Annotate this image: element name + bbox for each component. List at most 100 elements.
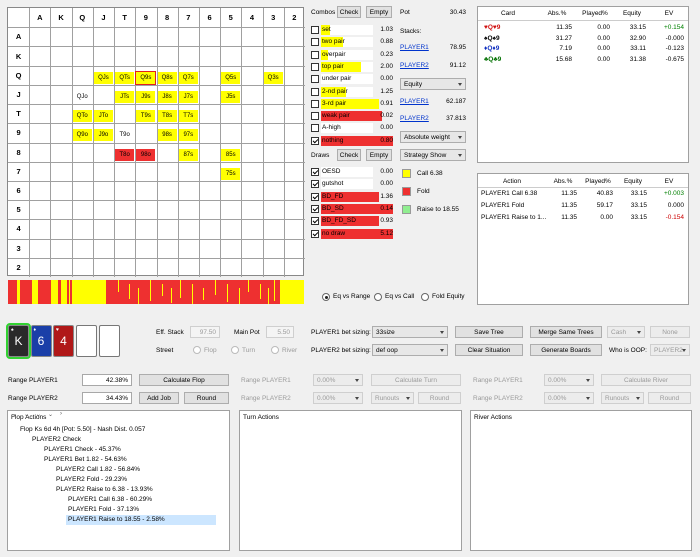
- hand-cell[interactable]: Q3s: [263, 71, 283, 84]
- card-table[interactable]: Card Abs.% Played% Equity EV ♥Q♥9 11.35 0.00 33.…: [477, 6, 689, 163]
- hand-cell[interactable]: 97s: [178, 129, 198, 142]
- merge-trees-button[interactable]: Merge Same Trees: [530, 326, 602, 338]
- draws-row[interactable]: BD_SD 0.14: [311, 203, 393, 214]
- calculate-turn-button[interactable]: Calculate Turn: [371, 374, 461, 386]
- save-tree-button[interactable]: Save Tree: [455, 326, 523, 338]
- combos-row[interactable]: two pair 0.88: [311, 37, 393, 48]
- hand-cell[interactable]: 75s: [221, 167, 241, 180]
- draws-checkbox[interactable]: [311, 229, 319, 238]
- hand-cell[interactable]: JTs: [115, 90, 135, 104]
- flop-round-button[interactable]: Round: [184, 392, 229, 404]
- tree-node[interactable]: Flop Ks 6d 4h [Pot: 5.50] - Nash Dist. 0…: [20, 426, 145, 433]
- card-table-header[interactable]: Played%: [576, 10, 614, 17]
- action-table-header[interactable]: Action: [478, 178, 546, 185]
- hand-cell[interactable]: Q8s: [157, 71, 177, 84]
- combos-row[interactable]: 3-rd pair 0.91: [311, 98, 393, 109]
- strategy-select[interactable]: Strategy Show: [400, 149, 466, 161]
- combos-checkbox[interactable]: [311, 50, 319, 59]
- combos-checkbox[interactable]: [311, 124, 319, 133]
- player2-bet-sizing-select[interactable]: def oop: [372, 344, 448, 356]
- draws-row[interactable]: BD_FD 1.36: [311, 191, 393, 202]
- flop-range-player1-input[interactable]: 42.38%: [82, 374, 132, 386]
- combos-row[interactable]: A-high 0.00: [311, 123, 393, 134]
- action-table-header[interactable]: Played%: [580, 178, 616, 185]
- combos-checkbox[interactable]: [311, 26, 319, 34]
- hand-range-grid[interactable]: A A K K Q Q J J T T 9 9 8 8 7 7 6 6 5 5 4 4 3 3 2 2 QJs QTs Q9s Q8s Q7…: [7, 7, 305, 277]
- equity-select[interactable]: Equity: [400, 78, 466, 90]
- main-pot-input[interactable]: 5.50: [266, 326, 294, 338]
- expand-chevron-icon[interactable]: ⌄: [12, 411, 17, 418]
- expand-chevron-icon[interactable]: ⌄: [24, 411, 29, 418]
- draws-checkbox[interactable]: [311, 192, 319, 201]
- hand-cell[interactable]: T9s: [136, 110, 156, 123]
- tree-node[interactable]: PLAYER2 Raise to 6.38 - 13.93%: [56, 486, 153, 493]
- draws-row[interactable]: BD_FD_SD 0.93: [311, 216, 393, 227]
- hand-cell[interactable]: Q5s: [221, 71, 241, 84]
- draws-checkbox[interactable]: [311, 217, 319, 226]
- hand-cell[interactable]: T9o: [115, 129, 135, 142]
- draws-row[interactable]: gutshot 0.00: [311, 179, 393, 190]
- combos-checkbox[interactable]: [311, 112, 319, 121]
- hand-cell[interactable]: Q9s: [135, 70, 157, 85]
- river-range-player1-select[interactable]: 0.00%: [544, 374, 594, 386]
- hand-cell[interactable]: Q9o: [72, 129, 92, 142]
- hand-cell[interactable]: QTs: [115, 71, 135, 84]
- combos-empty-button[interactable]: Empty: [366, 6, 392, 18]
- combos-row[interactable]: overpair 0.23: [311, 49, 393, 60]
- street-radio[interactable]: [231, 346, 239, 354]
- combos-row[interactable]: under pair 0.00: [311, 74, 393, 85]
- tree-node[interactable]: PLAYER1 Check - 45.37%: [44, 446, 121, 453]
- hand-cell[interactable]: T8s: [157, 110, 177, 123]
- hand-cell[interactable]: J8s: [157, 90, 177, 104]
- generate-boards-button[interactable]: Generate Boards: [530, 344, 602, 356]
- street-radio[interactable]: [193, 346, 201, 354]
- draws-empty-button[interactable]: Empty: [366, 149, 392, 161]
- draws-checkbox[interactable]: [311, 168, 319, 176]
- equity-mode-radio[interactable]: [374, 293, 382, 301]
- combos-row[interactable]: weak pair 0.02: [311, 111, 393, 122]
- add-job-button[interactable]: Add Job: [139, 392, 179, 404]
- draws-row[interactable]: OESD 0.00: [311, 167, 393, 177]
- hand-cell[interactable]: 98o: [136, 148, 156, 161]
- player2-stack-link[interactable]: PLAYER2: [400, 62, 429, 69]
- combos-row[interactable]: 2-nd pair 1.25: [311, 86, 393, 97]
- none-button[interactable]: None: [650, 326, 690, 338]
- hand-cell[interactable]: Q7s: [178, 71, 198, 84]
- card-table-header[interactable]: Equity: [614, 10, 650, 17]
- action-table-header[interactable]: Abs.%: [546, 178, 580, 185]
- card-table-header[interactable]: Abs.%: [538, 10, 576, 17]
- oop-select[interactable]: PLAYER2: [650, 344, 690, 356]
- player1-bet-sizing-select[interactable]: 33size: [372, 326, 448, 338]
- expand-chevron-icon[interactable]: ⌄: [36, 411, 41, 418]
- river-round-button[interactable]: Round: [648, 392, 691, 404]
- action-table-header[interactable]: Equity: [616, 178, 650, 185]
- turn-range-player2-select[interactable]: 0.00%: [313, 392, 363, 404]
- flop-range-player2-input[interactable]: 34.43%: [82, 392, 132, 404]
- hand-cell[interactable]: J7s: [178, 90, 198, 104]
- draws-checkbox[interactable]: [311, 180, 319, 189]
- hand-cell[interactable]: QJs: [93, 71, 114, 84]
- clear-situation-button[interactable]: Clear Situation: [455, 344, 523, 356]
- equity-mode-radio[interactable]: [322, 293, 330, 301]
- combos-row[interactable]: nothing 0.80: [311, 135, 393, 146]
- action-cell[interactable]: PLAYER1 Fold: [481, 202, 551, 209]
- hand-cell[interactable]: JTo: [93, 110, 114, 123]
- player2-equity-link[interactable]: PLAYER2: [400, 115, 429, 122]
- equity-mode-radio[interactable]: [421, 293, 429, 301]
- combos-checkbox[interactable]: [311, 75, 319, 84]
- board-card[interactable]: ♥ 4: [53, 325, 74, 357]
- combos-checkbox[interactable]: [311, 38, 319, 47]
- river-range-player2-select[interactable]: 0.00%: [544, 392, 594, 404]
- hand-cell[interactable]: J5s: [221, 90, 241, 104]
- combos-row[interactable]: top pair 2.00: [311, 61, 393, 72]
- turn-range-player1-select[interactable]: 0.00%: [313, 374, 363, 386]
- player1-equity-link[interactable]: PLAYER1: [400, 98, 429, 105]
- street-radio[interactable]: [271, 346, 279, 354]
- card-cell[interactable]: ♣Q♣9: [484, 56, 501, 63]
- action-cell[interactable]: PLAYER1 Raise to 1...: [481, 214, 551, 221]
- empty-card-slot[interactable]: [76, 325, 97, 357]
- action-cell[interactable]: PLAYER1 Call 6.38: [481, 190, 551, 197]
- calculate-river-button[interactable]: Calculate River: [601, 374, 691, 386]
- collapse-chevron-icon[interactable]: ›: [60, 411, 62, 417]
- tree-node[interactable]: PLAYER1 Fold - 37.13%: [68, 506, 139, 513]
